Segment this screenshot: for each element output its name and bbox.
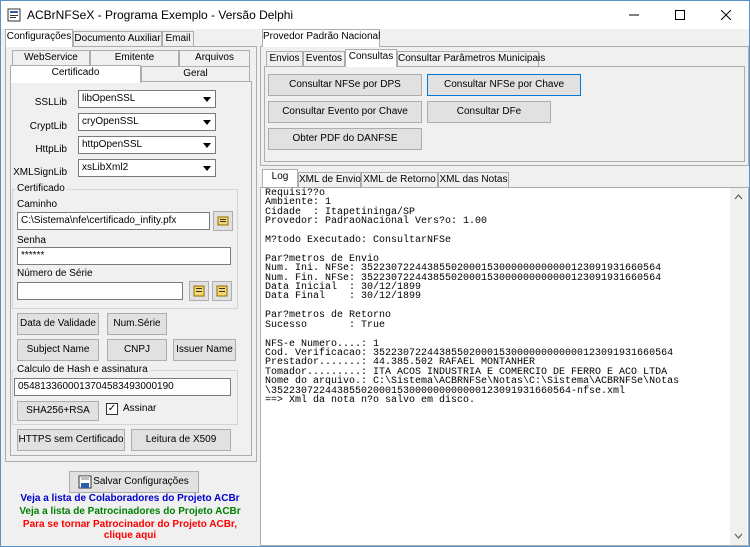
tab-xml-notas[interactable]: XML das Notas bbox=[438, 172, 509, 188]
leitura-x509-button[interactable]: Leitura de X509 bbox=[131, 429, 231, 451]
log-line: M?todo Executado: ConsultarNFSe bbox=[265, 235, 452, 247]
hash-group-title: Calculo de Hash e assinatura bbox=[15, 364, 150, 375]
hash-input[interactable]: 0548133600013704583493000190 bbox=[14, 378, 231, 396]
close-icon bbox=[720, 9, 732, 21]
tab-emitente[interactable]: Emitente bbox=[90, 50, 179, 66]
tab-documento-auxiliar[interactable]: Documento Auxiliar bbox=[73, 31, 162, 47]
chevron-down-icon bbox=[203, 97, 211, 102]
title-bar: ACBrNFSeX - Programa Exemplo - Versão De… bbox=[1, 1, 749, 29]
tab-email[interactable]: Email bbox=[162, 31, 194, 47]
main-window: ACBrNFSeX - Programa Exemplo - Versão De… bbox=[0, 0, 750, 547]
tab-xml-retorno[interactable]: XML de Retorno bbox=[361, 172, 438, 188]
num-serie-button[interactable]: Num.Série bbox=[107, 313, 167, 335]
ssllib-label: SSLLib bbox=[34, 97, 67, 108]
app-icon bbox=[7, 8, 21, 22]
data-validade-button[interactable]: Data de Validade bbox=[17, 313, 99, 335]
tab-configuracoes[interactable]: Configurações bbox=[5, 29, 73, 47]
tab-certificado[interactable]: Certificado bbox=[10, 65, 141, 83]
tab-provedor-padrao-nacional[interactable]: Provedor Padrão Nacional bbox=[262, 29, 380, 47]
chevron-down-icon bbox=[203, 143, 211, 148]
tab-log[interactable]: Log bbox=[262, 169, 298, 187]
log-line: Sucesso : True bbox=[265, 319, 386, 331]
assinar-checkbox[interactable]: ✓ bbox=[106, 403, 118, 415]
consultar-evento-chave-button[interactable]: Consultar Evento por Chave bbox=[268, 101, 422, 123]
cryptlib-value: cryOpenSSL bbox=[82, 116, 139, 127]
tab-xml-envio[interactable]: XML de Envio bbox=[298, 172, 361, 188]
save-icon bbox=[78, 475, 92, 489]
consultar-nfse-chave-button[interactable]: Consultar NFSe por Chave bbox=[427, 74, 581, 96]
select-serial-button[interactable] bbox=[189, 281, 209, 301]
window-title: ACBrNFSeX - Programa Exemplo - Versão De… bbox=[27, 8, 294, 22]
patrocinador-link-line1[interactable]: Para se tornar Patrocinador do Projeto A… bbox=[1, 519, 259, 530]
list-icon bbox=[216, 285, 228, 297]
tab-geral[interactable]: Geral bbox=[141, 66, 250, 82]
httplib-combo[interactable]: httpOpenSSL bbox=[78, 136, 216, 154]
tab-webservice[interactable]: WebService bbox=[12, 50, 90, 66]
ssllib-combo[interactable]: libOpenSSL bbox=[78, 90, 216, 108]
subject-name-button[interactable]: Subject Name bbox=[17, 339, 99, 361]
chevron-up-icon bbox=[734, 194, 743, 200]
chevron-down-icon bbox=[203, 166, 211, 171]
sha256-rsa-button[interactable]: SHA256+RSA bbox=[17, 401, 99, 421]
maximize-icon bbox=[675, 10, 685, 20]
consultar-dfe-button[interactable]: Consultar DFe bbox=[427, 101, 551, 123]
maximize-button[interactable] bbox=[657, 1, 703, 29]
senha-label: Senha bbox=[17, 235, 46, 246]
httplib-label: HttpLib bbox=[35, 144, 67, 155]
select-serial-alt-button[interactable] bbox=[212, 281, 232, 301]
salvar-label: Salvar Configurações bbox=[93, 476, 189, 487]
certificado-group-title: Certificado bbox=[15, 183, 67, 194]
list-icon bbox=[193, 285, 205, 297]
xmlsignlib-label: XMLSignLib bbox=[13, 167, 67, 178]
minimize-icon bbox=[629, 14, 639, 16]
issuer-name-button[interactable]: Issuer Name bbox=[173, 339, 236, 361]
obter-pdf-danfse-button[interactable]: Obter PDF do DANFSE bbox=[268, 128, 422, 150]
browse-certificate-button[interactable] bbox=[213, 211, 233, 231]
close-button[interactable] bbox=[703, 1, 749, 29]
assinar-label: Assinar bbox=[123, 403, 157, 414]
salvar-configuracoes-button[interactable]: Salvar Configurações bbox=[69, 471, 199, 493]
ssllib-value: libOpenSSL bbox=[82, 93, 136, 104]
caminho-input[interactable]: C:\Sistema\nfe\certificado_infity.pfx bbox=[17, 212, 210, 230]
log-line: ==> Xml da nota n?o salvo em disco. bbox=[265, 394, 476, 406]
consultar-nfse-dps-button[interactable]: Consultar NFSe por DPS bbox=[268, 74, 422, 96]
httplib-value: httpOpenSSL bbox=[82, 139, 143, 150]
log-text[interactable]: Requisi??o Ambiente: 1 Cidade : Itapetinin… bbox=[265, 188, 679, 406]
log-line: Provedor: PadraoNacional Vers?o: 1.00 bbox=[265, 216, 488, 228]
senha-input[interactable]: ****** bbox=[17, 247, 231, 265]
cryptlib-label: CryptLib bbox=[29, 121, 67, 132]
xmlsignlib-value: xsLibXml2 bbox=[82, 162, 129, 173]
xmlsignlib-combo[interactable]: xsLibXml2 bbox=[78, 159, 216, 177]
numero-serie-label: Número de Série bbox=[17, 268, 93, 279]
caminho-label: Caminho bbox=[17, 199, 58, 210]
cryptlib-combo[interactable]: cryOpenSSL bbox=[78, 113, 216, 131]
log-line: Data Final : 30/12/1899 bbox=[265, 291, 422, 303]
tab-envios[interactable]: Envios bbox=[266, 51, 303, 67]
chevron-down-icon bbox=[203, 120, 211, 125]
cnpj-button[interactable]: CNPJ bbox=[107, 339, 167, 361]
https-sem-certificado-button[interactable]: HTTPS sem Certificado bbox=[17, 429, 125, 451]
patrocinador-link-line2[interactable]: clique aqui bbox=[1, 530, 259, 541]
colaboradores-link[interactable]: Veja a lista de Colaboradores do Projeto… bbox=[1, 493, 259, 504]
numero-serie-input[interactable] bbox=[17, 282, 183, 300]
tab-eventos[interactable]: Eventos bbox=[303, 51, 345, 67]
tab-arquivos[interactable]: Arquivos bbox=[179, 50, 250, 66]
tab-consultar-parametros-municipais[interactable]: Consultar Parâmetros Municipais bbox=[397, 51, 545, 67]
folder-icon bbox=[217, 216, 229, 226]
chevron-down-icon bbox=[734, 533, 743, 539]
log-scrollbar[interactable] bbox=[730, 188, 747, 545]
minimize-button[interactable] bbox=[611, 1, 657, 29]
tab-consultas[interactable]: Consultas bbox=[345, 49, 397, 67]
patrocinadores-link[interactable]: Veja a lista de Patrocinadores do Projet… bbox=[1, 506, 259, 517]
